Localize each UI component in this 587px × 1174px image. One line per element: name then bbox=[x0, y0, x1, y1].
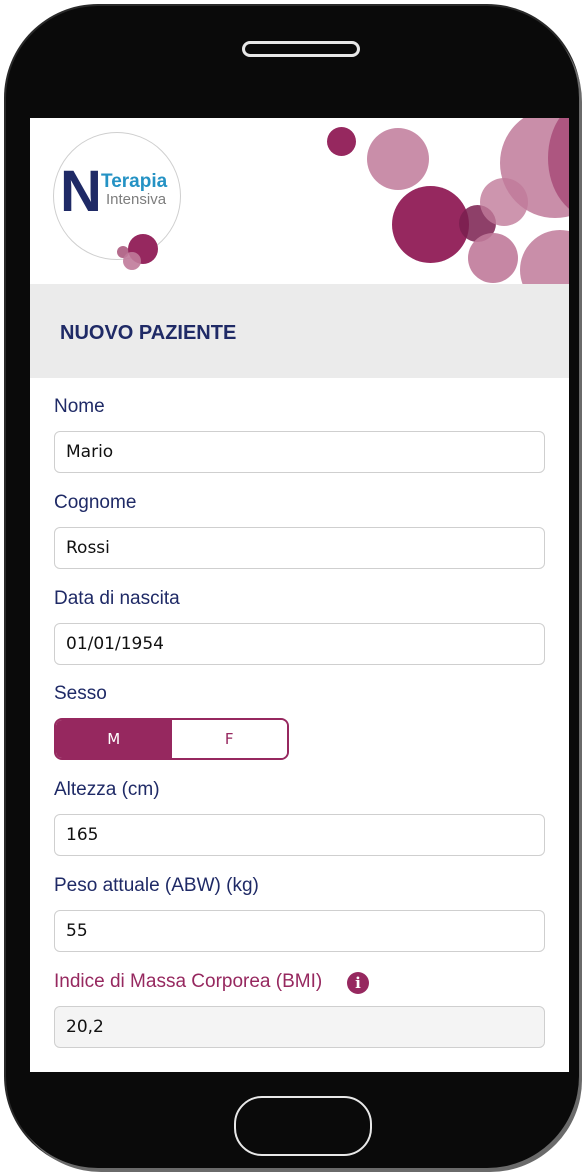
peso-label: Peso attuale (ABW) (kg) bbox=[54, 875, 259, 896]
decor-bubble bbox=[367, 128, 429, 190]
bmi-label: Indice di Massa Corporea (BMI) bbox=[54, 971, 323, 992]
app-screen: N Terapia Intensiva NUOVO PAZIENTE Nome … bbox=[30, 118, 569, 1072]
home-button[interactable] bbox=[234, 1096, 372, 1156]
sesso-option-f[interactable]: F bbox=[171, 720, 287, 758]
app-header: N Terapia Intensiva bbox=[30, 118, 569, 284]
sesso-label: Sesso bbox=[54, 683, 107, 704]
cognome-label: Cognome bbox=[54, 492, 137, 513]
altezza-field[interactable]: 165 bbox=[54, 814, 545, 856]
sesso-segmented-control: M F bbox=[54, 718, 289, 760]
decor-bubble bbox=[520, 230, 569, 284]
peso-field[interactable]: 55 bbox=[54, 910, 545, 952]
logo-line1: Terapia bbox=[101, 171, 168, 192]
sesso-option-m[interactable]: M bbox=[56, 720, 172, 758]
speaker-grille bbox=[242, 41, 360, 57]
altezza-label: Altezza (cm) bbox=[54, 779, 160, 800]
nome-label: Nome bbox=[54, 396, 105, 417]
decor-bubble bbox=[468, 233, 518, 283]
app-logo: N Terapia Intensiva bbox=[53, 132, 181, 270]
page-title: NUOVO PAZIENTE bbox=[60, 322, 237, 344]
nome-field[interactable]: Mario bbox=[54, 431, 545, 473]
data-nascita-field[interactable]: 01/01/1954 bbox=[54, 623, 545, 665]
decor-bubble bbox=[327, 127, 356, 156]
logo-dot-mid bbox=[123, 252, 141, 270]
bmi-field: 20,2 bbox=[54, 1006, 545, 1048]
info-icon[interactable]: i bbox=[347, 972, 369, 994]
cognome-field[interactable]: Rossi bbox=[54, 527, 545, 569]
decor-bubble bbox=[392, 186, 469, 263]
data-nascita-label: Data di nascita bbox=[54, 588, 180, 609]
logo-letter: N bbox=[60, 159, 102, 224]
logo-line2: Intensiva bbox=[106, 191, 167, 208]
